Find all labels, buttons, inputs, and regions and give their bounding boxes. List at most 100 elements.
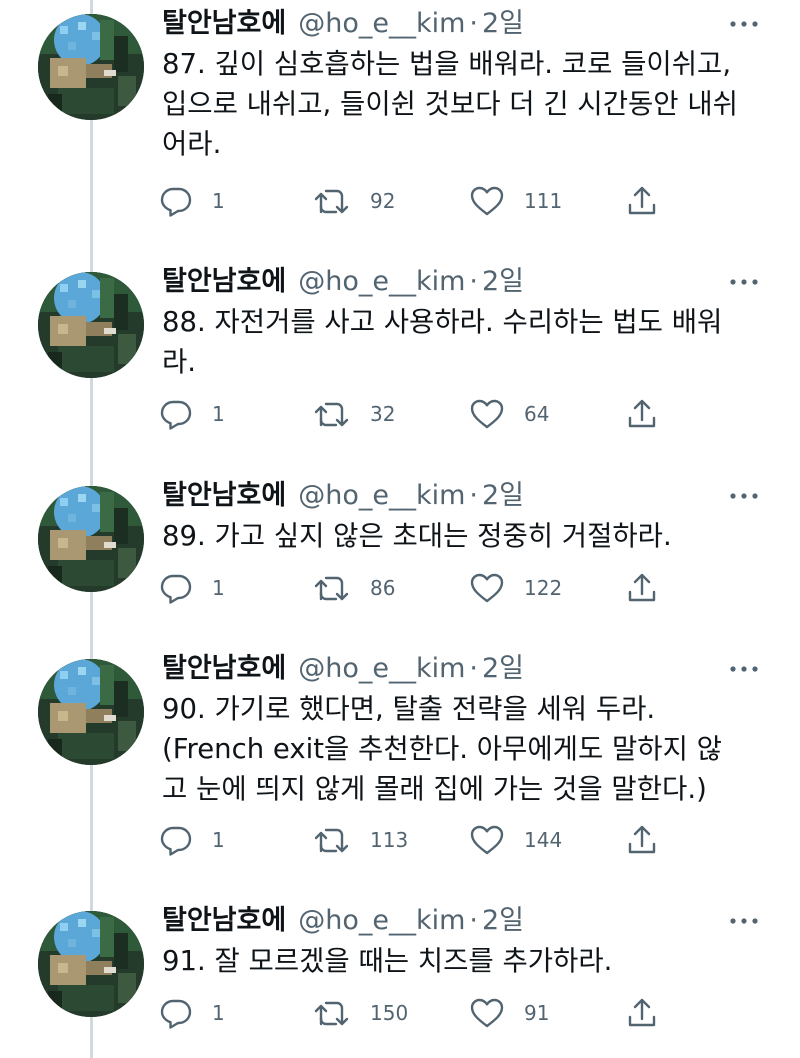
like-count: 122 [524,576,563,600]
avatar[interactable] [38,272,144,378]
reply-count: 1 [212,828,225,852]
share-icon [626,997,658,1029]
avatar[interactable] [38,659,144,765]
author-name[interactable]: 탈안남호에 [162,262,286,302]
retweet-count: 86 [370,576,396,600]
separator-dot: · [469,480,478,511]
retweet-icon [314,398,350,430]
like-button[interactable]: 111 [470,183,562,219]
retweet-count: 150 [370,1001,409,1025]
reply-button[interactable]: 1 [160,396,225,432]
retweet-count: 32 [370,402,396,426]
more-horizontal-icon[interactable] [728,14,760,34]
share-button[interactable] [626,396,658,432]
reply-count: 1 [212,402,225,426]
heart-icon [470,824,504,856]
share-icon [626,398,658,430]
reply-icon [160,824,192,856]
retweet-button[interactable]: 32 [314,396,395,432]
retweet-icon [314,572,350,604]
avatar[interactable] [38,14,144,120]
retweet-icon [314,185,350,217]
tweet-header: 탈안남호에 @ho_e__kim · 2일 [162,476,524,516]
share-icon [626,572,658,604]
author-handle[interactable]: @ho_e__kim [298,262,465,302]
tweet-header: 탈안남호에 @ho_e__kim · 2일 [162,4,524,44]
tweet-header: 탈안남호에 @ho_e__kim · 2일 [162,262,524,302]
separator-dot: · [469,905,478,936]
author-handle[interactable]: @ho_e__kim [298,649,465,689]
share-icon [626,185,658,217]
tweet-actions: 1 113 144 [160,822,680,858]
retweet-button[interactable]: 92 [314,183,395,219]
reply-count: 1 [212,576,225,600]
reply-button[interactable]: 1 [160,995,225,1031]
author-name[interactable]: 탈안남호에 [162,476,286,516]
heart-icon [470,572,504,604]
tweet-timestamp[interactable]: 2일 [482,262,524,302]
retweet-button[interactable]: 150 [314,995,408,1031]
author-handle[interactable]: @ho_e__kim [298,901,465,941]
share-icon [626,824,658,856]
reply-icon [160,572,192,604]
reply-icon [160,398,192,430]
tweet-timestamp[interactable]: 2일 [482,476,524,516]
tweet-header: 탈안남호에 @ho_e__kim · 2일 [162,649,524,689]
heart-icon [470,398,504,430]
reply-button[interactable]: 1 [160,822,225,858]
tweet-timestamp[interactable]: 2일 [482,4,524,44]
heart-icon [470,185,504,217]
tweet-text: 89. 가고 싶지 않은 초대는 정중히 거절하라. [162,520,672,552]
like-count: 91 [524,1001,550,1025]
avatar[interactable] [38,486,144,592]
more-horizontal-icon[interactable] [728,659,760,679]
reply-count: 1 [212,1001,225,1025]
like-count: 64 [524,402,550,426]
tweet-text: 91. 잘 모르겠을 때는 치즈를 추가하라. [162,945,613,977]
like-button[interactable]: 91 [470,995,549,1031]
reply-icon [160,997,192,1029]
author-handle[interactable]: @ho_e__kim [298,4,465,44]
tweet-text: 90. 가기로 했다면, 탈출 전략을 세워 두라. (French exit을… [162,693,722,805]
reply-button[interactable]: 1 [160,183,225,219]
share-button[interactable] [626,822,658,858]
tweet-actions: 1 150 91 [160,995,680,1031]
more-horizontal-icon[interactable] [728,272,760,292]
avatar[interactable] [38,911,144,1017]
author-name[interactable]: 탈안남호에 [162,901,286,941]
tweet-text: 88. 자전거를 사고 사용하라. 수리하는 법도 배워 라. [162,306,723,378]
retweet-button[interactable]: 113 [314,822,408,858]
separator-dot: · [469,8,478,39]
like-button[interactable]: 144 [470,822,562,858]
reply-count: 1 [212,189,225,213]
tweet-actions: 1 92 111 [160,183,680,219]
retweet-count: 113 [370,828,409,852]
like-count: 144 [524,828,563,852]
retweet-icon [314,997,350,1029]
separator-dot: · [469,266,478,297]
retweet-count: 92 [370,189,396,213]
separator-dot: · [469,653,478,684]
retweet-button[interactable]: 86 [314,570,395,606]
tweet-actions: 1 32 64 [160,396,680,432]
more-horizontal-icon[interactable] [728,911,760,931]
retweet-icon [314,824,350,856]
more-horizontal-icon[interactable] [728,486,760,506]
tweet-timestamp[interactable]: 2일 [482,649,524,689]
author-name[interactable]: 탈안남호에 [162,4,286,44]
like-button[interactable]: 122 [470,570,562,606]
share-button[interactable] [626,995,658,1031]
share-button[interactable] [626,570,658,606]
tweet-actions: 1 86 122 [160,570,680,606]
author-handle[interactable]: @ho_e__kim [298,476,465,516]
tweet-header: 탈안남호에 @ho_e__kim · 2일 [162,901,524,941]
reply-button[interactable]: 1 [160,570,225,606]
like-count: 111 [524,189,563,213]
tweet-timestamp[interactable]: 2일 [482,901,524,941]
like-button[interactable]: 64 [470,396,549,432]
heart-icon [470,997,504,1029]
reply-icon [160,185,192,217]
author-name[interactable]: 탈안남호에 [162,649,286,689]
share-button[interactable] [626,183,658,219]
tweet-text: 87. 깊이 심호흡하는 법을 배워라. 코로 들이쉬고, 입으로 내쉬고, 들… [162,48,738,160]
